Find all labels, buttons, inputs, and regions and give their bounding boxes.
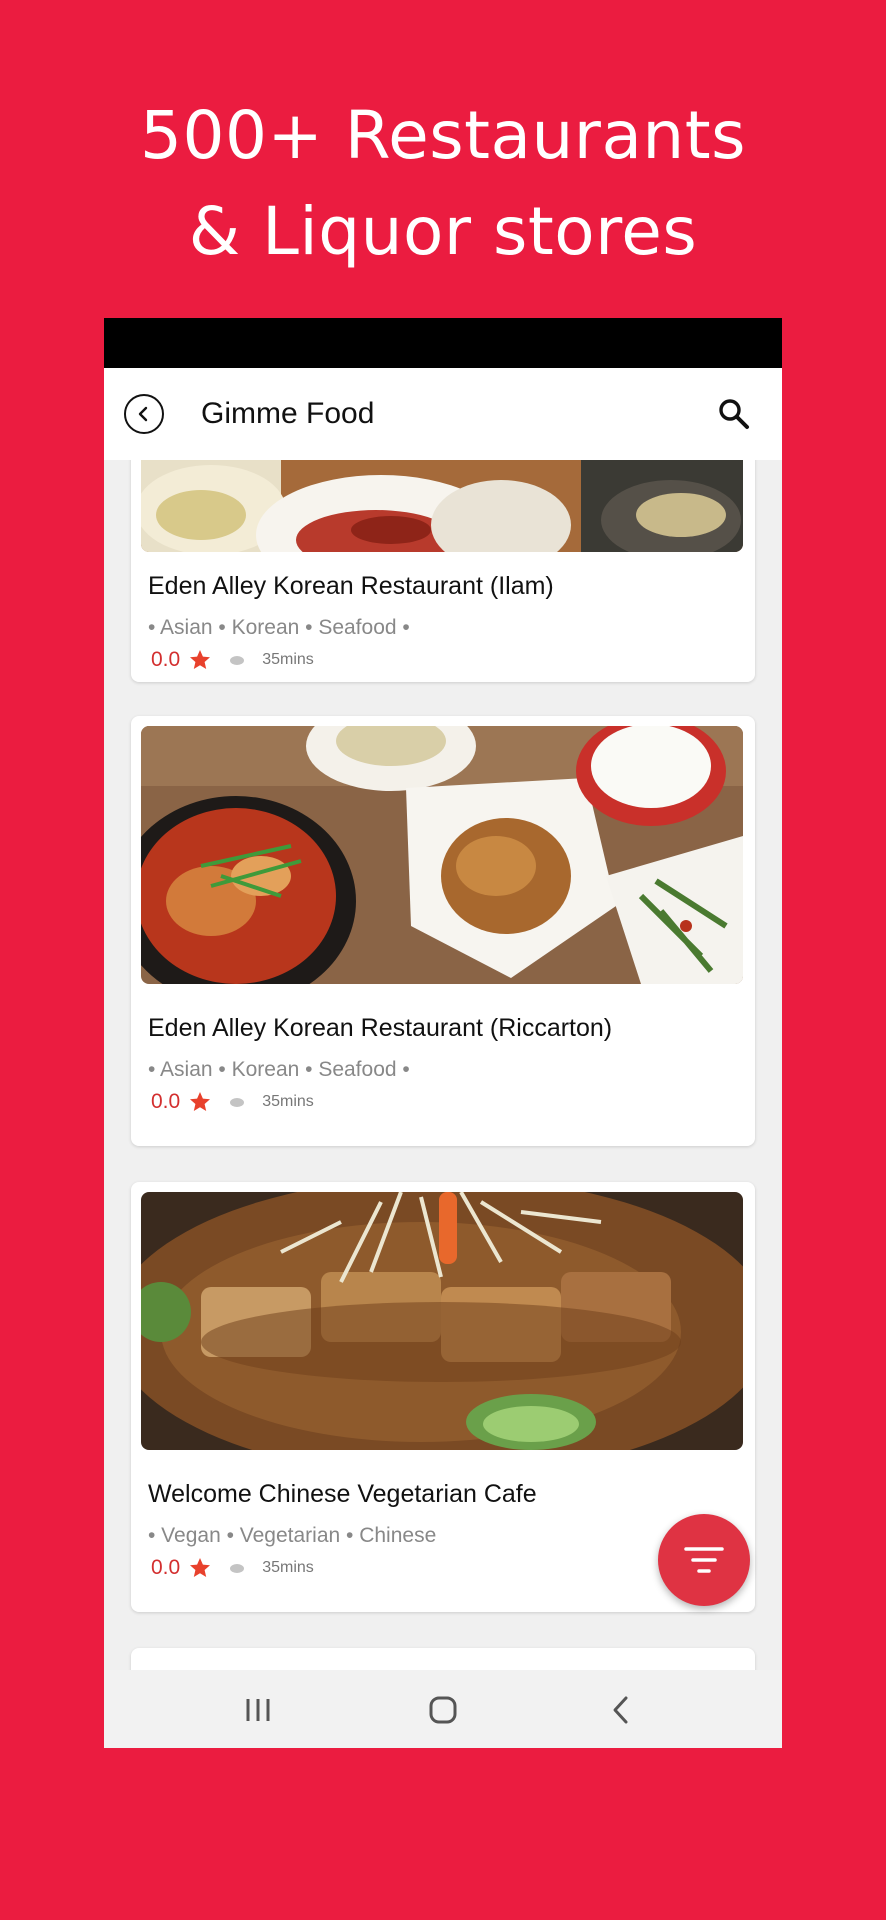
restaurant-list[interactable]: Eden Alley Korean Restaurant (Ilam) • As…	[104, 460, 782, 1670]
delivery-time: 35mins	[262, 1559, 314, 1576]
home-icon[interactable]	[423, 1690, 463, 1730]
delivery-time: 35mins	[262, 651, 314, 668]
restaurant-cuisines: • Asian • Korean • Seafood •	[148, 1058, 410, 1081]
filter-button[interactable]	[658, 1514, 750, 1606]
separator-dot	[230, 655, 245, 665]
rating-value: 0.0	[151, 1090, 181, 1113]
restaurant-name: Welcome Chinese Vegetarian Cafe	[148, 1480, 537, 1508]
star-icon	[190, 1092, 211, 1111]
separator-dot	[230, 1563, 245, 1573]
promo-headline: 500+ Restaurants & Liquor stores	[0, 88, 886, 280]
star-icon	[190, 650, 211, 669]
filter-icon	[684, 1547, 724, 1573]
restaurant-image	[141, 726, 743, 984]
delivery-time: 35mins	[262, 1093, 314, 1110]
restaurant-card[interactable]	[131, 1648, 755, 1670]
restaurant-image	[141, 1192, 743, 1450]
restaurant-image	[141, 460, 743, 552]
recents-icon[interactable]	[238, 1690, 278, 1730]
restaurant-name: Eden Alley Korean Restaurant (Riccarton)	[148, 1014, 613, 1042]
system-nav-bar	[104, 1670, 782, 1748]
restaurant-card[interactable]: Eden Alley Korean Restaurant (Ilam) • As…	[131, 460, 755, 682]
promo-line-2: & Liquor stores	[188, 193, 698, 270]
rating-value: 0.0	[151, 648, 181, 671]
phone-screen: Gimme Food Eden Alley Korean Restaurant …	[104, 318, 782, 1748]
rating-value: 0.0	[151, 1556, 181, 1579]
restaurant-cuisines: • Vegan • Vegetarian • Chinese	[148, 1524, 437, 1547]
restaurant-card[interactable]: Eden Alley Korean Restaurant (Riccarton)…	[131, 716, 755, 1146]
restaurant-name: Eden Alley Korean Restaurant (Ilam)	[148, 572, 554, 600]
back-circle-icon[interactable]	[124, 394, 164, 434]
app-title: Gimme Food	[201, 397, 375, 430]
restaurant-meta: 0.0 35mins	[151, 1553, 314, 1583]
restaurant-meta: 0.0 35mins	[151, 1087, 314, 1117]
restaurant-meta: 0.0 35mins	[151, 645, 314, 675]
promo-line-1: 500+ Restaurants	[140, 97, 746, 174]
app-bar: Gimme Food	[104, 368, 782, 460]
restaurant-cuisines: • Asian • Korean • Seafood •	[148, 616, 410, 639]
status-bar	[104, 318, 782, 368]
separator-dot	[230, 1097, 245, 1107]
back-chevron-icon[interactable]	[601, 1690, 641, 1730]
search-icon[interactable]	[716, 396, 752, 432]
star-icon	[190, 1558, 211, 1577]
